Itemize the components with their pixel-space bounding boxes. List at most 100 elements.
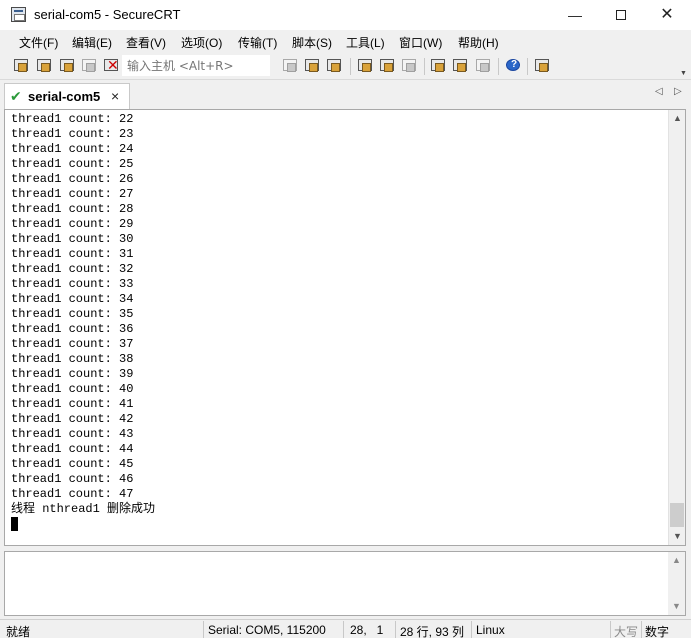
status-separator (641, 621, 642, 638)
terminal-scrollbar[interactable]: ▲ ▼ (668, 110, 685, 545)
scrollbar-thumb[interactable] (670, 503, 684, 527)
tab-next-icon[interactable]: ▷ (674, 86, 682, 97)
paste-icon[interactable] (304, 57, 322, 75)
command-window-scrollbar[interactable]: ▲ ▼ (668, 552, 685, 615)
toolbar-separator (527, 58, 528, 75)
maximize-button[interactable] (598, 0, 644, 30)
menu-transfer[interactable]: 传输(T) (238, 34, 277, 51)
terminal-line: thread1 count: 24 (11, 142, 134, 156)
status-bar: 就绪 Serial: COM5, 115200 28, 1 28 行, 93 列… (0, 619, 691, 638)
command-window[interactable]: ▲ ▼ (4, 551, 686, 616)
terminal-line: thread1 count: 33 (11, 277, 134, 291)
menu-view[interactable]: 查看(V) (126, 34, 166, 51)
tab-serial-com5[interactable]: ✔ serial-com5 × (4, 83, 130, 110)
maximize-icon (616, 10, 626, 21)
terminal-line: thread1 count: 30 (11, 232, 134, 246)
terminal-cursor (11, 517, 18, 531)
toolbar-separator (498, 58, 499, 75)
global-options-icon[interactable] (452, 57, 470, 75)
terminal-line: 线程 nthread1 删除成功 (11, 502, 156, 516)
status-separator (203, 621, 204, 638)
menu-window[interactable]: 窗口(W) (399, 34, 442, 51)
print-selection-icon[interactable] (379, 57, 397, 75)
menu-bar: 文件(F) 编辑(E) 查看(V) 选项(O) 传输(T) 脚本(S) 工具(L… (0, 30, 691, 52)
window-title: serial-com5 - SecureCRT (34, 7, 181, 22)
terminal-line: thread1 count: 34 (11, 292, 134, 306)
status-separator (471, 621, 472, 638)
scroll-up-icon[interactable]: ▲ (669, 110, 685, 127)
title-bar: serial-com5 - SecureCRT — ✕ (0, 0, 691, 30)
tab-label: serial-com5 (28, 89, 101, 104)
disconnect-icon[interactable]: ✕ (103, 57, 121, 75)
status-num: 数字 (645, 625, 670, 638)
terminal-line: thread1 count: 42 (11, 412, 134, 426)
connect-icon[interactable] (13, 57, 31, 75)
terminal-line: thread1 count: 39 (11, 367, 134, 381)
terminal-line: thread1 count: 43 (11, 427, 134, 441)
minimize-button[interactable]: — (552, 0, 598, 30)
terminal-line: thread1 count: 41 (11, 397, 134, 411)
terminal-line: thread1 count: 22 (11, 112, 134, 126)
menu-options[interactable]: 选项(O) (181, 34, 222, 51)
copy-icon[interactable] (282, 57, 300, 75)
connected-check-icon: ✔ (10, 88, 22, 104)
terminal-line: thread1 count: 27 (11, 187, 134, 201)
terminal-line: thread1 count: 46 (11, 472, 134, 486)
terminal-line: thread1 count: 44 (11, 442, 134, 456)
status-cursor-position: 28, 1 (350, 623, 384, 637)
status-connection: Serial: COM5, 115200 (208, 623, 326, 637)
menu-help[interactable]: 帮助(H) (458, 34, 499, 51)
terminal-line: thread1 count: 28 (11, 202, 134, 216)
reconnect-icon[interactable] (81, 57, 99, 75)
terminal-line: thread1 count: 38 (11, 352, 134, 366)
help-icon[interactable]: ? (505, 57, 523, 75)
terminal-line: thread1 count: 23 (11, 127, 134, 141)
terminal-line: thread1 count: 25 (11, 157, 134, 171)
print-icon[interactable] (357, 57, 375, 75)
toolbar: ✕ ? (0, 53, 691, 80)
toolbar-separator (424, 58, 425, 75)
terminal-view[interactable]: thread1 count: 22 thread1 count: 23 thread… (4, 109, 686, 546)
status-separator (343, 621, 344, 638)
menu-tools[interactable]: 工具(L) (346, 34, 385, 51)
scroll-down-icon[interactable]: ▼ (669, 528, 685, 545)
status-separator (395, 621, 396, 638)
print-setup-icon[interactable] (401, 57, 419, 75)
terminal-line: thread1 count: 26 (11, 172, 134, 186)
close-button[interactable]: ✕ (644, 0, 690, 30)
terminal-line: thread1 count: 29 (11, 217, 134, 231)
status-dimensions: 28 行, 93 列 (400, 625, 465, 638)
terminal-line: thread1 count: 36 (11, 322, 134, 336)
find-icon[interactable] (326, 57, 344, 75)
terminal-line: thread1 count: 40 (11, 382, 134, 396)
status-ready: 就绪 (6, 625, 31, 638)
menu-script[interactable]: 脚本(S) (292, 34, 332, 51)
terminal-line: thread1 count: 37 (11, 337, 134, 351)
tab-strip: ✔ serial-com5 × (0, 81, 691, 110)
scroll-up-icon[interactable]: ▲ (668, 552, 685, 569)
toolbar-overflow-icon[interactable]: ▼ (680, 70, 687, 77)
terminal-output: thread1 count: 22 thread1 count: 23 thread… (11, 112, 155, 532)
quick-connect-input[interactable] (122, 55, 270, 76)
sftp-icon[interactable] (534, 57, 552, 75)
status-separator (610, 621, 611, 638)
toolbar-separator (350, 58, 351, 75)
terminal-line: thread1 count: 35 (11, 307, 134, 321)
menu-edit[interactable]: 编辑(E) (72, 34, 112, 51)
keymap-icon[interactable] (475, 57, 493, 75)
tab-close-icon[interactable]: × (111, 88, 119, 104)
session-options-icon[interactable] (430, 57, 448, 75)
quick-connect-icon[interactable] (36, 57, 54, 75)
scroll-down-icon[interactable]: ▼ (668, 598, 685, 615)
status-terminal-type: Linux (476, 623, 505, 637)
terminal-prompt-line (11, 517, 155, 532)
terminal-line: thread1 count: 47 (11, 487, 134, 501)
terminal-line: thread1 count: 32 (11, 262, 134, 276)
status-caps: 大写 (614, 625, 639, 638)
terminal-line: thread1 count: 45 (11, 457, 134, 471)
terminal-line: thread1 count: 31 (11, 247, 134, 261)
menu-file[interactable]: 文件(F) (19, 34, 58, 51)
securecrt-app-icon[interactable] (11, 7, 26, 22)
tab-prev-icon[interactable]: ◁ (655, 86, 663, 97)
connect-in-tab-icon[interactable] (59, 57, 77, 75)
